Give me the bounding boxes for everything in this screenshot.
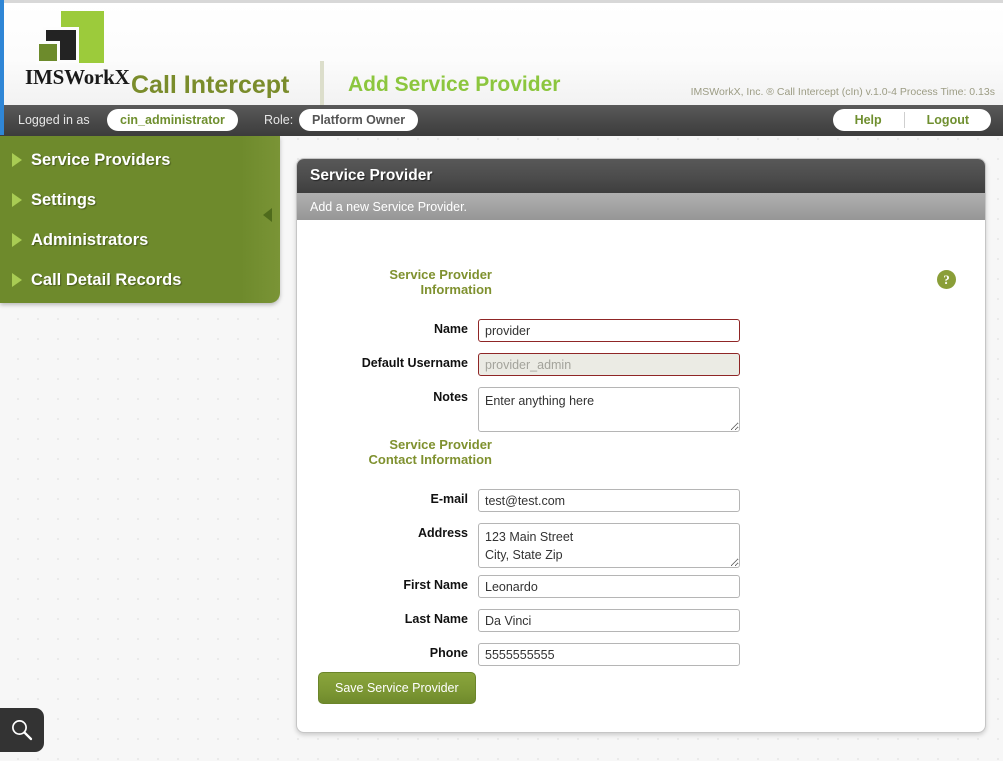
field-row-last-name: Last Name bbox=[307, 609, 740, 632]
help-logout-group: Help Logout bbox=[832, 109, 991, 131]
logout-button[interactable]: Logout bbox=[905, 109, 991, 131]
field-row-name: Name bbox=[307, 319, 740, 342]
section-heading-information: Service Provider Information bbox=[321, 267, 492, 297]
panel-subtitle: Add a new Service Provider. bbox=[310, 199, 468, 214]
field-row-address: Address bbox=[307, 523, 740, 568]
panel-subheader: Add a new Service Provider. bbox=[297, 193, 985, 220]
sidebar-item-label: Settings bbox=[31, 190, 97, 209]
field-row-email: E-mail bbox=[307, 489, 740, 512]
sidebar-item-call-detail-records[interactable]: Call Detail Records bbox=[0, 260, 280, 300]
help-button[interactable]: Help bbox=[833, 109, 904, 131]
sidebar-item-service-providers[interactable]: Service Providers bbox=[0, 140, 280, 180]
sidebar-item-settings[interactable]: Settings bbox=[0, 180, 280, 220]
section-heading-line2: Information bbox=[420, 282, 493, 297]
sidebar-collapse-icon[interactable] bbox=[263, 208, 272, 222]
search-button[interactable] bbox=[0, 708, 44, 752]
sidebar-item-label: Administrators bbox=[31, 230, 149, 249]
field-row-first-name: First Name bbox=[307, 575, 740, 598]
default-username-label: Default Username bbox=[361, 356, 468, 370]
field-row-default-username: Default Username bbox=[307, 353, 740, 376]
page-title: Add Service Provider bbox=[348, 73, 561, 96]
section-heading-line2: Contact Information bbox=[368, 452, 493, 467]
notes-label: Notes bbox=[433, 390, 468, 404]
notes-textarea[interactable] bbox=[478, 387, 740, 432]
logged-in-label: Logged in as bbox=[18, 113, 90, 127]
logo-square-olive bbox=[36, 41, 60, 64]
sidebar-item-label: Service Providers bbox=[31, 150, 171, 169]
phone-input[interactable] bbox=[478, 643, 740, 666]
section-heading-line1: Service Provider bbox=[389, 267, 492, 282]
last-name-input[interactable] bbox=[478, 609, 740, 632]
field-row-phone: Phone bbox=[307, 643, 740, 666]
panel-body: ? Service Provider Information Name Defa… bbox=[297, 220, 985, 732]
current-username-badge: cin_administrator bbox=[107, 109, 238, 131]
sidebar-item-label: Call Detail Records bbox=[31, 270, 182, 289]
logo-wordmark: IMSWorkX bbox=[25, 65, 130, 89]
brand-logo[interactable]: IMSWorkX bbox=[25, 11, 130, 93]
last-name-label: Last Name bbox=[404, 612, 468, 626]
chevron-right-icon bbox=[12, 193, 22, 207]
first-name-label: First Name bbox=[403, 578, 468, 592]
phone-label: Phone bbox=[429, 646, 468, 660]
user-bar: Logged in as cin_administrator Role: Pla… bbox=[0, 105, 1003, 136]
header-divider bbox=[320, 61, 324, 107]
search-icon bbox=[12, 720, 33, 741]
logo-mark-icon bbox=[36, 11, 104, 64]
chevron-right-icon bbox=[12, 233, 22, 247]
section-heading-contact-information: Service Provider Contact Information bbox=[321, 437, 493, 467]
app-title: Call Intercept bbox=[131, 71, 290, 99]
section-heading-line1: Service Provider bbox=[389, 437, 492, 452]
browser-edge-strip bbox=[0, 0, 4, 135]
help-question-icon[interactable]: ? bbox=[937, 270, 956, 289]
name-label: Name bbox=[433, 322, 468, 336]
address-textarea[interactable] bbox=[478, 523, 740, 568]
email-label: E-mail bbox=[430, 492, 468, 506]
version-info: IMSWorkX, Inc. ® Call Intercept (cIn) v.… bbox=[690, 86, 995, 98]
service-provider-panel: Service Provider Add a new Service Provi… bbox=[296, 158, 986, 733]
top-header: IMSWorkX Call Intercept Add Service Prov… bbox=[0, 0, 1003, 107]
field-row-notes: Notes bbox=[307, 387, 740, 432]
first-name-input[interactable] bbox=[478, 575, 740, 598]
chevron-right-icon bbox=[12, 153, 22, 167]
role-label: Role: bbox=[264, 113, 294, 127]
name-input[interactable] bbox=[478, 319, 740, 342]
sidebar-nav: Service Providers Settings Administrator… bbox=[0, 136, 280, 303]
chevron-right-icon bbox=[12, 273, 22, 287]
sidebar-item-administrators[interactable]: Administrators bbox=[0, 220, 280, 260]
email-input[interactable] bbox=[478, 489, 740, 512]
address-label: Address bbox=[417, 526, 468, 540]
panel-header: Service Provider bbox=[297, 159, 985, 193]
current-role-badge: Platform Owner bbox=[299, 109, 419, 131]
panel-title: Service Provider bbox=[310, 167, 433, 184]
save-service-provider-button[interactable]: Save Service Provider bbox=[318, 672, 476, 704]
default-username-input[interactable] bbox=[478, 353, 740, 376]
